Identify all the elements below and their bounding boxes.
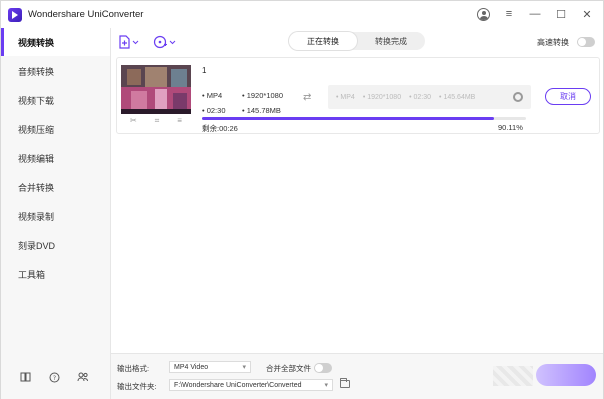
sidebar-item-label: 视频转换 [18, 37, 55, 48]
tab-converting-label: 正在转换 [307, 36, 339, 46]
account-button[interactable] [475, 6, 491, 22]
tab-finished[interactable]: 转换完成 [357, 32, 425, 50]
remaining-time: 剩余:00:26 [202, 124, 238, 133]
maximize-icon[interactable]: ☐ [553, 6, 569, 22]
close-icon[interactable]: ✕ [579, 6, 595, 22]
sidebar-item-label: 合并转换 [18, 182, 55, 193]
target-size: 145.64MB [443, 93, 476, 101]
output-folder-value: F:\Wondershare UniConverter\Converted [174, 381, 302, 389]
tab-converting[interactable]: 正在转换 [289, 32, 357, 50]
svg-text:?: ? [52, 375, 55, 382]
sidebar-item-video-compress[interactable]: 视频压缩 [1, 115, 110, 143]
source-duration: 02:30 [206, 106, 226, 115]
high-speed-toggle[interactable] [577, 37, 595, 47]
add-file-icon [119, 35, 139, 49]
progress-percent: 90.11% [498, 123, 523, 132]
progress-fill [202, 117, 494, 120]
chevron-down-icon: ▾ [324, 382, 328, 389]
output-folder-select[interactable]: F:\Wondershare UniConverter\Converted ▾ [169, 379, 333, 391]
menu-icon[interactable]: ≡ [501, 6, 517, 22]
target-format: MP4 [340, 93, 355, 101]
target-duration: 02:30 [413, 93, 432, 101]
status-tabs: 正在转换 转换完成 [289, 32, 425, 50]
bottom-bar: 输出格式: MP4 Video ▾ 合并全部文件 输出文件夹: F:\Wonde… [111, 353, 603, 399]
cancel-button[interactable]: 取消 [545, 88, 591, 105]
source-resolution: 1920*1080 [246, 91, 284, 100]
sidebar-item-screen-record[interactable]: 视频录制 [1, 202, 110, 230]
add-file-button[interactable] [118, 34, 140, 50]
output-format-value: MP4 Video [174, 363, 209, 371]
add-dvd-button[interactable] [153, 34, 177, 50]
target-resolution: 1920*1080 [367, 93, 402, 101]
sidebar-item-toolbox[interactable]: 工具箱 [1, 260, 110, 288]
output-folder-label: 输出文件夹: [117, 382, 157, 391]
target-info[interactable]: • MP4 • 1920*1080 • 02:30 • 145.64MB [328, 85, 531, 109]
merge-all-toggle[interactable] [314, 363, 332, 373]
task-card: ✂ ⌗ ≡ 1 • MP4 • 1920*1080 • 02:30 • 145.78… [116, 57, 600, 134]
sidebar-item-video-convert[interactable]: 视频转换 [1, 28, 110, 56]
convert-arrows-icon: ⇄ [303, 92, 312, 103]
sidebar-item-video-edit[interactable]: 视频编辑 [1, 144, 110, 172]
app-window: Wondershare UniConverter ≡ — ☐ ✕ 视频转换 音频… [0, 0, 604, 399]
folder-icon[interactable] [340, 378, 350, 388]
gear-icon[interactable] [513, 92, 523, 102]
output-format-select[interactable]: MP4 Video ▾ [169, 361, 251, 373]
tab-finished-label: 转换完成 [375, 36, 407, 46]
toolbar: 正在转换 转换完成 高速转换 [111, 28, 603, 56]
app-title: Wondershare UniConverter [28, 9, 144, 20]
effects-icon[interactable]: ≡ [177, 116, 182, 126]
crop-icon[interactable]: ⌗ [155, 116, 160, 126]
task-file-name: 1 [202, 66, 207, 75]
app-logo-icon [8, 7, 22, 22]
users-icon[interactable] [77, 371, 89, 383]
book-icon[interactable] [19, 371, 31, 383]
sidebar-item-label: 工具箱 [18, 269, 46, 280]
source-info: • MP4 • 1920*1080 • 02:30 • 145.78MB [202, 88, 312, 118]
sidebar-item-label: 视频下载 [18, 95, 55, 106]
start-all-button[interactable] [536, 364, 596, 386]
sidebar-item-label: 刻录DVD [18, 240, 56, 251]
add-dvd-icon [153, 35, 176, 49]
window-controls: ≡ — ☐ ✕ [475, 6, 595, 22]
user-icon [476, 7, 490, 21]
sidebar-item-label: 视频录制 [18, 211, 55, 222]
output-format-label: 输出格式: [117, 364, 150, 373]
start-all-area [493, 366, 533, 386]
sidebar: 视频转换 音频转换 视频下载 视频压缩 视频编辑 合并转换 视频录制 刻录DVD… [1, 28, 111, 399]
sidebar-item-label: 音频转换 [18, 66, 55, 77]
help-icon[interactable]: ? [48, 371, 60, 383]
title-bar: Wondershare UniConverter ≡ — ☐ ✕ [1, 1, 603, 28]
sidebar-item-label: 视频压缩 [18, 124, 55, 135]
progress-bar [202, 117, 526, 120]
thumbnail-tools: ✂ ⌗ ≡ [121, 116, 191, 126]
video-thumbnail[interactable] [121, 65, 191, 114]
source-format: MP4 [206, 91, 223, 100]
sidebar-item-label: 视频编辑 [18, 153, 55, 164]
sidebar-item-video-download[interactable]: 视频下载 [1, 86, 110, 114]
sidebar-item-merge[interactable]: 合并转换 [1, 173, 110, 201]
high-speed-label: 高速转换 [537, 38, 569, 47]
sidebar-bottom-icons: ? [19, 371, 89, 383]
merge-all-label: 合并全部文件 [266, 364, 311, 373]
chevron-down-icon: ▾ [242, 364, 246, 371]
sidebar-item-burn-dvd[interactable]: 刻录DVD [1, 231, 110, 259]
source-size: 145.78MB [246, 106, 281, 115]
sidebar-item-audio-convert[interactable]: 音频转换 [1, 57, 110, 85]
minimize-icon[interactable]: — [527, 6, 543, 22]
scissors-icon[interactable]: ✂ [130, 116, 137, 126]
